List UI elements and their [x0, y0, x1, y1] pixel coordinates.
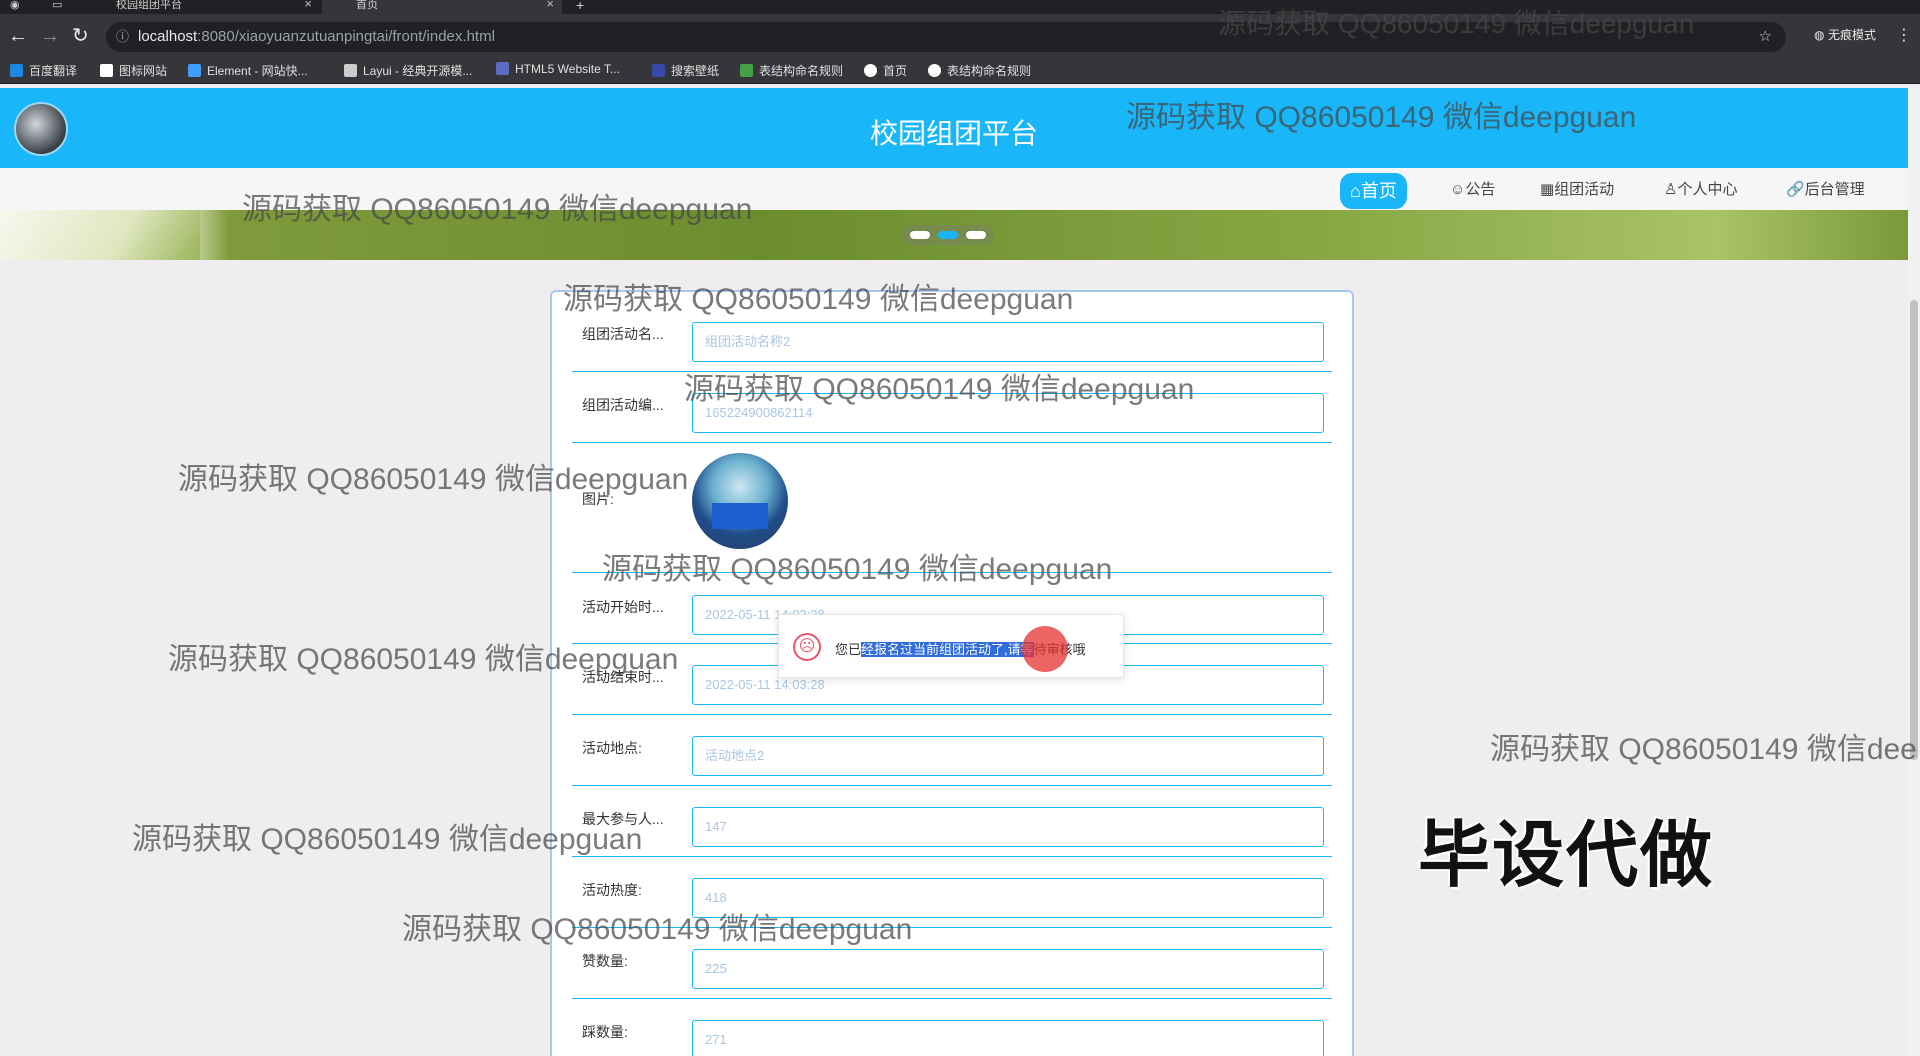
info-icon[interactable]: ⓘ [116, 22, 129, 52]
star-icon[interactable]: ☆ [1759, 22, 1772, 52]
nav-group-activity[interactable]: ▦组团活动 [1540, 178, 1614, 202]
form-row: 活动地点: 活动地点2 [572, 715, 1332, 786]
tab-title: 首页 [356, 0, 378, 11]
bookmark-icon [344, 64, 357, 77]
carousel-dot[interactable] [910, 231, 930, 239]
field-label: 图片: [582, 491, 614, 507]
likes-input[interactable]: 225 [692, 949, 1324, 989]
bookmark-icon [864, 64, 877, 77]
bookmark-icon [740, 64, 753, 77]
browser-tab-strip: ◉ ▭ 校园组团平台 × 首页 × + [0, 0, 1920, 14]
watermark: 源码获取 QQ86050149 微信dee [1490, 733, 1917, 766]
bookmark-label: Element - 网站快... [207, 64, 308, 78]
main-nav: ⌂首页 ☺公告 ▦组团活动 ♙个人中心 🔗后台管理 [0, 168, 1908, 210]
field-label: 组团活动编... [582, 397, 664, 413]
nav-personal-center[interactable]: ♙个人中心 [1664, 178, 1737, 202]
max-participants-input[interactable]: 147 [692, 807, 1324, 847]
new-tab-icon[interactable]: + [576, 0, 584, 14]
incognito-indicator[interactable]: ◍ 无痕模式 [1814, 26, 1876, 43]
browser-tab[interactable]: 校园组团平台 × [92, 0, 320, 14]
nav-home[interactable]: ⌂首页 [1340, 173, 1407, 209]
scrollbar-thumb[interactable] [1910, 300, 1918, 760]
bookmark-item[interactable]: Element - 网站快... [188, 62, 308, 79]
bookmark-item[interactable]: 表结构命名规则 [740, 62, 843, 79]
bookmark-item[interactable]: 搜索壁纸 [652, 62, 719, 79]
forward-icon[interactable]: → [40, 26, 60, 46]
bookmark-label: 首页 [883, 64, 908, 78]
bookmark-item[interactable]: 首页 [864, 62, 907, 79]
browser-tab-active[interactable]: 首页 × [322, 0, 562, 14]
window-icon[interactable]: ▭ [52, 0, 66, 14]
field-label: 组团活动名... [582, 326, 664, 342]
tab-close-icon[interactable]: × [546, 0, 554, 10]
activity-number-input[interactable]: 165224900862114 [692, 393, 1324, 433]
bookmark-label: 搜索壁纸 [671, 64, 720, 78]
tab-close-icon[interactable]: × [304, 0, 312, 10]
bookmark-item[interactable]: HTML5 Website T... [496, 62, 620, 76]
field-label: 活动地点: [582, 740, 642, 756]
bookmark-icon [100, 64, 113, 77]
field-label: 活动开始时... [582, 599, 664, 615]
bookmark-label: Layui - 经典开源模... [363, 64, 473, 78]
dislikes-input[interactable]: 271 [692, 1020, 1324, 1056]
form-row: 组团活动名... 组团活动名称2 [572, 292, 1332, 372]
activity-image [692, 453, 788, 549]
bookmark-label: 百度翻译 [29, 64, 78, 78]
field-label: 赞数量: [582, 953, 628, 969]
bookmark-icon [652, 64, 665, 77]
tab-title: 校园组团平台 [116, 0, 182, 11]
banner-carousel[interactable] [0, 210, 1908, 260]
nav-admin[interactable]: 🔗后台管理 [1786, 178, 1865, 202]
cursor-highlight [1022, 626, 1068, 672]
nav-notice[interactable]: ☺公告 [1450, 178, 1495, 202]
toast-message-selected: 经报名过当前组团活动了,请等 [861, 642, 1034, 657]
bookmark-label: HTML5 Website T... [515, 62, 620, 76]
bookmark-item[interactable]: 图标网站 [100, 62, 167, 79]
site-header: 校园组团平台 [0, 88, 1908, 168]
carousel-dot[interactable] [966, 231, 986, 239]
form-row: 图片: [572, 443, 1332, 573]
field-label: 最大参与人... [582, 811, 664, 827]
incognito-label: 无痕模式 [1827, 28, 1876, 42]
form-row: 赞数量: 225 [572, 928, 1332, 999]
form-row: 踩数量: 271 [572, 999, 1332, 1056]
field-label: 活动热度: [582, 882, 642, 898]
url-path: :8080/xiaoyuanzutuanpingtai/front/index.… [197, 28, 495, 45]
sad-face-icon: ☹ [793, 633, 821, 661]
form-row: 活动热度: 418 [572, 857, 1332, 928]
bookmark-item[interactable]: Layui - 经典开源模... [344, 62, 472, 79]
bookmark-icon [188, 64, 201, 77]
toast-message-prefix: 您已 [835, 642, 862, 657]
bookmark-item[interactable]: 百度翻译 [10, 62, 77, 79]
back-icon[interactable]: ← [8, 26, 28, 46]
url-host: localhost [138, 28, 198, 45]
bookmark-label: 表结构命名规则 [759, 64, 844, 78]
bookmark-label: 表结构命名规则 [947, 64, 1032, 78]
heat-input[interactable]: 418 [692, 878, 1324, 918]
reload-icon[interactable]: ↻ [72, 26, 89, 46]
carousel-dot-active[interactable] [938, 231, 958, 239]
bookmark-icon [496, 62, 509, 75]
location-input[interactable]: 活动地点2 [692, 736, 1324, 776]
carousel-indicators [902, 225, 994, 245]
bookmark-label: 图标网站 [119, 64, 168, 78]
form-row: 最大参与人... 147 [572, 786, 1332, 857]
bookmark-item[interactable]: 表结构命名规则 [928, 62, 1031, 79]
bookmark-icon [928, 64, 941, 77]
url-field[interactable]: ⓘ localhost:8080/xiaoyuanzutuanpingtai/f… [106, 22, 1786, 52]
bookmarks-bar: 百度翻译 图标网站 Element - 网站快... Layui - 经典开源模… [0, 56, 1920, 84]
promo-stamp: 毕设代做 [1418, 816, 1715, 896]
banner-image [0, 210, 200, 260]
field-label: 活动结束时... [582, 669, 664, 685]
activity-name-input[interactable]: 组团活动名称2 [692, 322, 1324, 362]
address-bar-row: ← → ↻ ⓘ localhost:8080/xiaoyuanzutuanpin… [0, 14, 1920, 62]
bookmark-icon [10, 64, 23, 77]
field-label: 踩数量: [582, 1024, 628, 1040]
form-row: 组团活动编... 165224900862114 [572, 372, 1332, 443]
browser-menu-icon[interactable]: ◉ [10, 0, 24, 14]
site-title: 校园组团平台 [869, 118, 1038, 149]
more-menu-icon[interactable]: ⋮ [1896, 26, 1912, 46]
error-toast: ☹ 您已经报名过当前组团活动了,请等待审核哦 [778, 614, 1124, 678]
incognito-icon: ◍ [1814, 28, 1825, 42]
